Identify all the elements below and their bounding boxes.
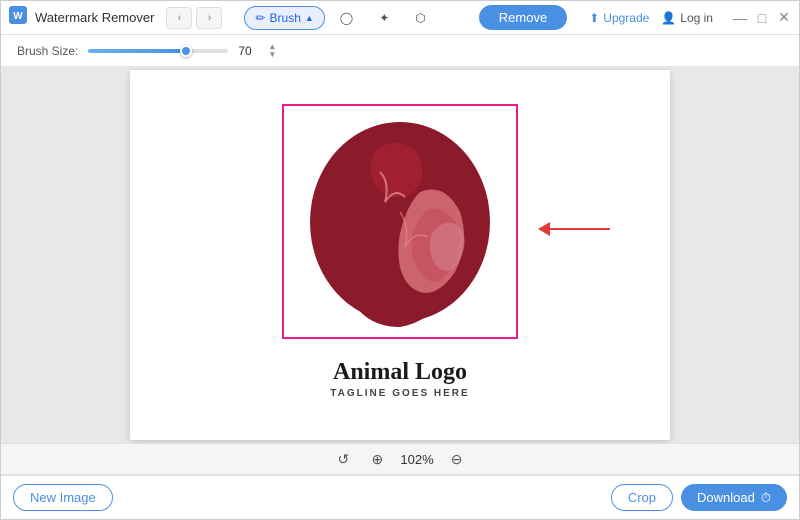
arrow-line: [550, 228, 610, 230]
title-bar: W Watermark Remover ‹ › ✏ Brush ▲ ◯ ✦ ⬡ …: [1, 1, 799, 35]
canvas-area[interactable]: watermark Animal Logo TAGLINE GOES HERE: [130, 70, 670, 440]
animal-svg: watermark: [290, 112, 510, 347]
rotate-button[interactable]: ↺: [332, 448, 354, 470]
user-icon: 👤: [661, 11, 676, 25]
login-button[interactable]: 👤 Log in: [661, 11, 713, 25]
window-controls: — □ ✕: [733, 11, 791, 25]
download-label: Download: [697, 490, 755, 505]
eraser-tool-button[interactable]: ⬡: [404, 6, 436, 30]
svg-text:W: W: [13, 11, 23, 22]
back-button[interactable]: ‹: [166, 7, 192, 29]
brush-size-label: Brush Size:: [17, 44, 78, 58]
nav-buttons: ‹ ›: [166, 7, 222, 29]
upgrade-label: Upgrade: [603, 11, 649, 25]
brush-tool-button[interactable]: ✏ Brush ▲: [244, 6, 324, 30]
brush-icon: ✏: [255, 11, 265, 25]
eraser-icon: ⬡: [415, 11, 425, 25]
bottom-right: Crop Download ⏱: [611, 484, 787, 511]
brush-label: Brush: [270, 11, 301, 25]
app-logo-icon: W: [9, 6, 27, 29]
minimize-button[interactable]: —: [733, 11, 747, 25]
upgrade-icon: ⬆: [589, 11, 599, 25]
bottom-bar: New Image Crop Download ⏱: [1, 475, 799, 519]
app-title: Watermark Remover: [35, 10, 154, 25]
lasso-icon: ◯: [340, 11, 353, 25]
zoom-value: 102%: [400, 452, 433, 467]
forward-button[interactable]: ›: [196, 7, 222, 29]
remove-button[interactable]: Remove: [479, 5, 567, 30]
logo-text-area: Animal Logo TAGLINE GOES HERE: [330, 359, 469, 399]
brush-slider-thumb: [180, 45, 192, 57]
logo-tagline: TAGLINE GOES HERE: [330, 388, 469, 399]
crop-button[interactable]: Crop: [611, 484, 673, 511]
ai-tool-button[interactable]: ✦: [368, 6, 400, 30]
tool-group: ✏ Brush ▲ ◯ ✦ ⬡: [244, 6, 436, 30]
lasso-tool-button[interactable]: ◯: [329, 6, 364, 30]
new-image-button[interactable]: New Image: [13, 484, 113, 511]
title-bar-right: ⬆ Upgrade 👤 Log in — □ ✕: [589, 11, 791, 25]
logo-container: watermark Animal Logo TAGLINE GOES HERE: [290, 112, 510, 399]
upgrade-button[interactable]: ⬆ Upgrade: [589, 11, 649, 25]
brush-dropdown-icon: ▲: [305, 13, 314, 23]
close-button[interactable]: ✕: [777, 11, 791, 25]
login-label: Log in: [680, 11, 713, 25]
brush-value: 70: [238, 44, 258, 58]
ai-icon: ✦: [379, 11, 389, 25]
download-button[interactable]: Download ⏱: [681, 484, 787, 511]
download-icon: ⏱: [761, 490, 771, 506]
brush-slider[interactable]: [88, 49, 228, 53]
arrow-indicator: [538, 222, 610, 236]
arrow-head: [538, 222, 550, 236]
brush-value-arrows[interactable]: ▲ ▼: [268, 43, 276, 59]
brush-size-bar: Brush Size: 70 ▲ ▼: [1, 35, 799, 67]
logo-title: Animal Logo: [330, 359, 469, 386]
bottom-left: New Image: [13, 484, 113, 511]
maximize-button[interactable]: □: [755, 11, 769, 25]
main-content: watermark Animal Logo TAGLINE GOES HERE: [1, 67, 799, 443]
brush-slider-fill: [88, 49, 186, 53]
zoom-out-button[interactable]: ⊖: [446, 448, 468, 470]
brush-decrement-icon: ▼: [268, 51, 276, 59]
status-bar: ↺ ⊕ 102% ⊖: [1, 443, 799, 475]
zoom-in-button[interactable]: ⊕: [366, 448, 388, 470]
